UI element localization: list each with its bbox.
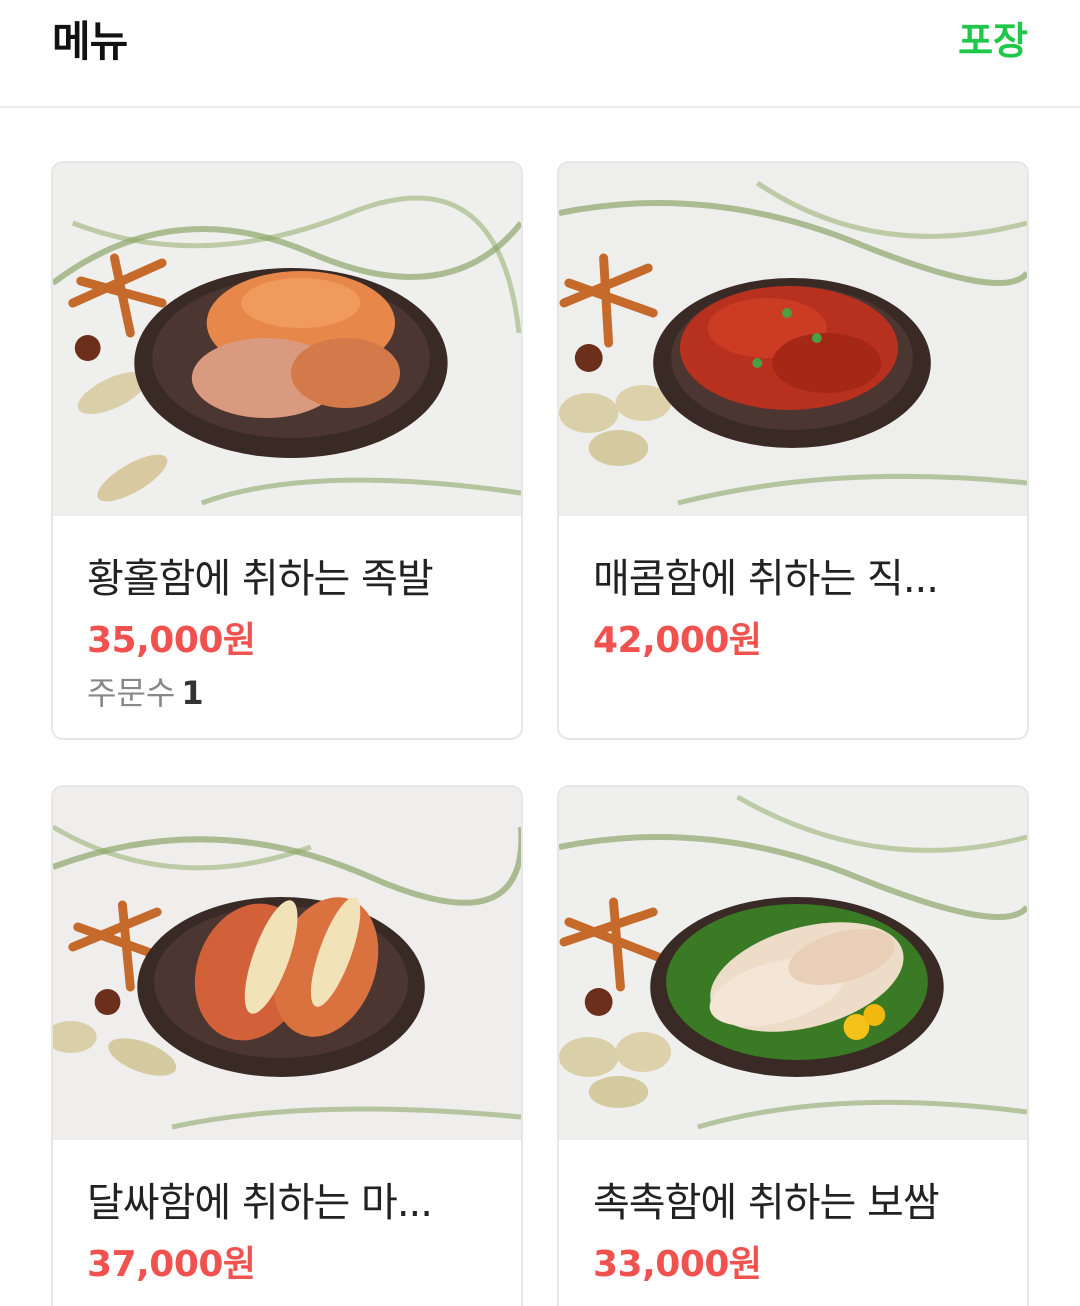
- takeout-tab[interactable]: 포장: [958, 10, 1028, 65]
- bossam-photo: [559, 787, 1027, 1140]
- menu-item-price: 35,000원: [87, 620, 256, 661]
- menu-item-name: 달싸함에 취하는 마...: [87, 1180, 433, 1226]
- menu-item-name: 촉촉함에 취하는 보쌈: [593, 1180, 940, 1226]
- menu-card-garlic[interactable]: 달싸함에 취하는 마... 37,000원: [51, 785, 523, 1306]
- menu-item-price: 33,000원: [593, 1244, 762, 1285]
- page-title: 메뉴: [52, 17, 128, 66]
- order-count-label: 주문수: [87, 674, 176, 712]
- menu-card-jokbal[interactable]: 황홀함에 취하는 족발 35,000원 주문수 1: [51, 161, 523, 740]
- order-count-value: 1: [181, 674, 204, 712]
- menu-item-price: 42,000원: [593, 620, 762, 661]
- menu-item-price: 37,000원: [87, 1244, 256, 1285]
- order-count: 주문수 1: [87, 668, 204, 714]
- menu-item-name: 매콤함에 취하는 직...: [593, 556, 939, 602]
- menu-card-spicy[interactable]: 매콤함에 취하는 직... 42,000원: [557, 161, 1029, 740]
- garlic-pork-trotters-photo: [53, 787, 521, 1140]
- menu-item-name: 황홀함에 취하는 족발: [87, 556, 434, 602]
- braised-pork-trotters-photo: [53, 163, 521, 516]
- top-bar: 메뉴 포장: [0, 0, 1080, 108]
- spicy-pork-photo: [559, 163, 1027, 516]
- menu-card-bossam[interactable]: 촉촉함에 취하는 보쌈 33,000원: [557, 785, 1029, 1306]
